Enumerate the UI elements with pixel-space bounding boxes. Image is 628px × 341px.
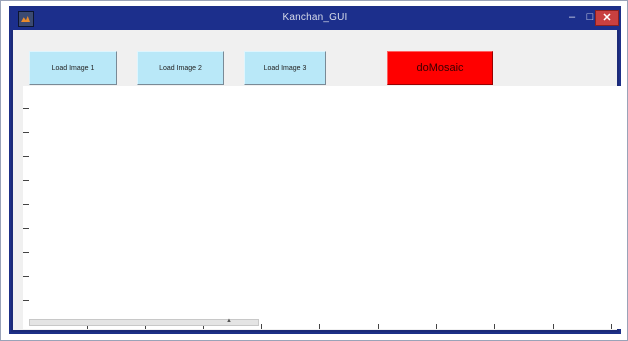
horizontal-scrollbar[interactable]: ▲ (29, 318, 259, 326)
y-tick (23, 204, 29, 205)
x-tick (436, 324, 437, 329)
figure-client-area: Load Image 1 Load Image 2 Load Image 3 d… (15, 30, 621, 329)
app-window: Kanchan_GUI – □ ✕ Load Image 1 Load Imag… (9, 6, 621, 334)
y-tick (23, 276, 29, 277)
minimize-button[interactable]: – (562, 10, 582, 26)
window-title: Kanchan_GUI (282, 12, 348, 23)
x-tick (494, 324, 495, 329)
y-tick (23, 300, 29, 301)
image-axes (23, 86, 621, 329)
title-bar[interactable]: Kanchan_GUI – □ ✕ (11, 8, 619, 30)
y-tick (23, 180, 29, 181)
x-tick (611, 324, 612, 329)
load-image-1-button[interactable]: Load Image 1 (29, 51, 117, 85)
button-panel: Load Image 1 Load Image 2 Load Image 3 d… (15, 30, 615, 86)
do-mosaic-button[interactable]: doMosaic (387, 51, 493, 85)
y-tick (23, 108, 29, 109)
x-tick (378, 324, 379, 329)
y-tick (23, 132, 29, 133)
x-tick (319, 324, 320, 329)
x-tick (261, 324, 262, 329)
close-button[interactable]: ✕ (595, 10, 619, 26)
y-tick (23, 252, 29, 253)
y-tick (23, 156, 29, 157)
y-tick (23, 228, 29, 229)
load-image-2-button[interactable]: Load Image 2 (137, 51, 224, 85)
load-image-3-button[interactable]: Load Image 3 (244, 51, 326, 85)
scroll-arrow-icon[interactable]: ▲ (226, 318, 232, 324)
x-tick (553, 324, 554, 329)
